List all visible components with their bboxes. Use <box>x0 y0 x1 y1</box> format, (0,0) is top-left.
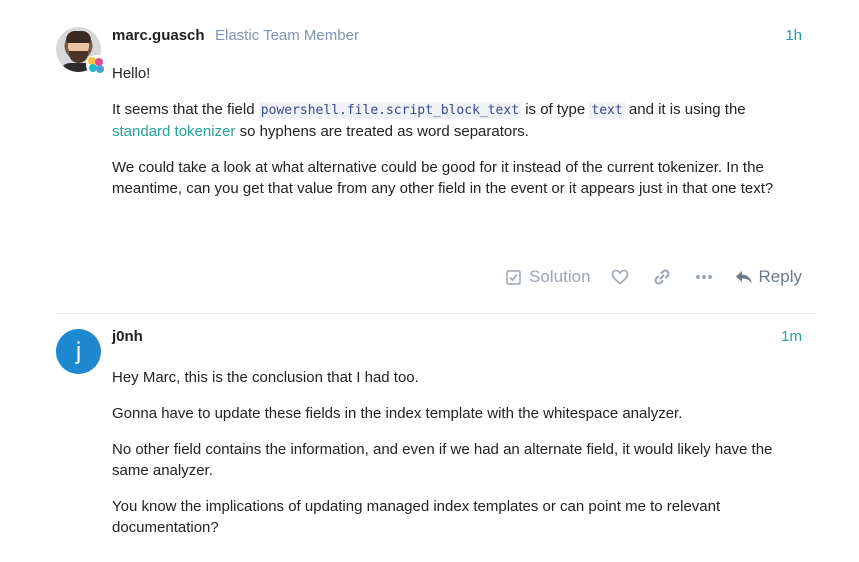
standard-tokenizer-link[interactable]: standard tokenizer <box>112 123 235 140</box>
post-divider <box>56 313 814 314</box>
username[interactable]: marc.guasch <box>112 27 205 44</box>
post-time[interactable]: 1h <box>785 27 802 44</box>
share-link-button[interactable] <box>653 268 671 286</box>
avatar-hair <box>66 31 91 43</box>
checkbox-icon <box>506 269 521 285</box>
post-paragraph: Hello! <box>112 65 151 82</box>
reply-label: Reply <box>758 267 802 286</box>
reply-arrow-icon <box>735 270 753 285</box>
post-j0nh: j j0nh 1m Hey Marc, this is the conclusi… <box>56 328 814 558</box>
solution-label: Solution <box>529 267 591 286</box>
avatar[interactable]: j <box>56 329 101 374</box>
post-body: Hey Marc, this is the conclusion that I … <box>112 367 802 553</box>
avatar-letter: j <box>75 338 82 365</box>
link-icon <box>653 268 671 286</box>
solution-button[interactable]: Solution <box>506 267 591 287</box>
post-actions: Solution Reply <box>476 262 814 292</box>
post-marc-guasch: marc.guasch Elastic Team Member 1h Hello… <box>56 27 814 317</box>
post-paragraph: We could take a look at what alternative… <box>112 159 774 197</box>
elastic-flair-icon <box>86 55 106 75</box>
post-header: marc.guasch Elastic Team Member 1h <box>112 27 802 49</box>
heart-icon <box>611 269 629 285</box>
inline-code: powershell.file.script_block_text <box>258 102 522 119</box>
ellipsis-icon <box>695 274 713 280</box>
reply-button[interactable]: Reply <box>735 267 802 287</box>
like-button[interactable] <box>611 269 629 285</box>
post-paragraph: You know the implications of updating ma… <box>112 498 721 536</box>
post-paragraph: No other field contains the information,… <box>112 441 773 479</box>
post-paragraph: Gonna have to update these fields in the… <box>112 405 683 422</box>
username[interactable]: j0nh <box>112 328 143 345</box>
post-paragraph: Hey Marc, this is the conclusion that I … <box>112 369 419 386</box>
post-body: Hello! It seems that the field powershel… <box>112 63 802 214</box>
post-header: j0nh 1m <box>112 328 802 350</box>
post-paragraph: It seems that the field powershell.file.… <box>112 101 746 140</box>
more-options-button[interactable] <box>695 274 713 280</box>
inline-code: text <box>589 102 625 119</box>
user-title: Elastic Team Member <box>215 27 359 44</box>
post-time[interactable]: 1m <box>781 328 802 345</box>
avatar-beard <box>69 51 88 63</box>
